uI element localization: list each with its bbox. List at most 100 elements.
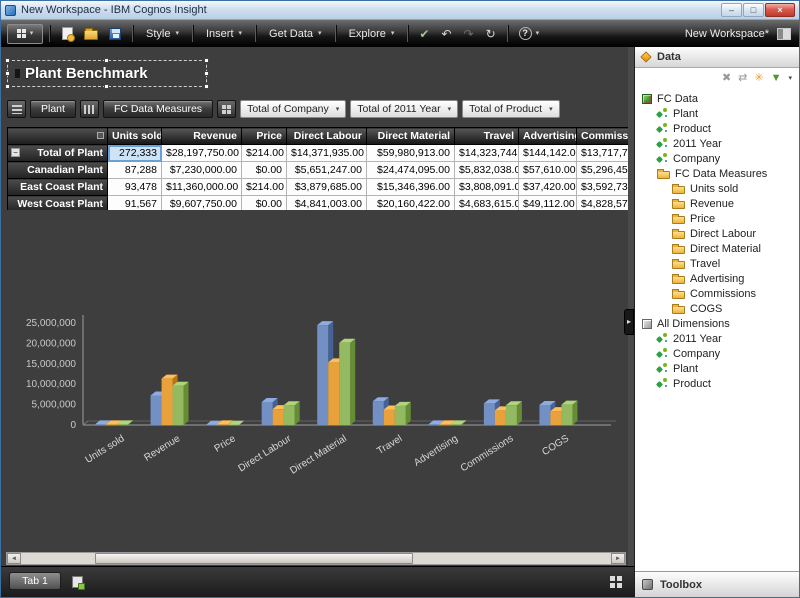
undo-button[interactable]: ↶ — [436, 27, 456, 41]
context-filter-company[interactable]: Total of Company ▾ — [240, 100, 346, 118]
rows-dimension-button[interactable]: Plant — [30, 100, 76, 118]
toggle-panel-icon[interactable] — [777, 28, 791, 40]
open-button[interactable] — [80, 24, 102, 44]
redo-button[interactable]: ↷ — [459, 27, 479, 41]
crosstab-cell[interactable]: 272,333 — [108, 145, 162, 162]
tree-item-product[interactable]: Product — [635, 376, 799, 391]
tree-item-units-sold[interactable]: Units sold — [635, 181, 799, 196]
tab-overview-icon[interactable] — [610, 576, 622, 588]
tree-item-travel[interactable]: Travel — [635, 256, 799, 271]
crosstab-cell[interactable]: $0.00 — [242, 196, 287, 211]
crosstab-corner[interactable] — [8, 128, 108, 145]
title-widget[interactable]: Plant Benchmark — [7, 60, 207, 87]
crosstab-cell[interactable]: $24,474,095.00 — [367, 162, 455, 179]
title-bar[interactable]: New Workspace - IBM Cognos Insight – □ × — [1, 1, 799, 20]
crosstab-cell[interactable]: 93,478 — [108, 179, 162, 196]
crosstab-cell[interactable]: 91,567 — [108, 196, 162, 211]
tree-item-product[interactable]: Product — [635, 121, 799, 136]
tree-item-fc-data[interactable]: FC Data — [635, 91, 799, 106]
crosstab-widget[interactable]: Units soldRevenuePriceDirect LabourDirec… — [7, 127, 628, 210]
import-icon[interactable]: ▼ — [771, 73, 782, 84]
crosstab-cell[interactable]: $144,142.00 — [519, 145, 577, 162]
crosstab-column-header[interactable]: Direct Labour — [287, 128, 367, 145]
crosstab-cell[interactable]: $4,683,615.00 — [455, 196, 519, 211]
crosstab-column-header[interactable]: Units sold — [108, 128, 162, 145]
save-button[interactable] — [104, 24, 126, 44]
context-filter-product[interactable]: Total of Product ▾ — [462, 100, 559, 118]
crosstab-cell[interactable]: $214.00 — [242, 145, 287, 162]
remove-icon[interactable]: ✖ — [722, 73, 731, 84]
tree-item-direct-material[interactable]: Direct Material — [635, 241, 799, 256]
crosstab-cell[interactable]: $28,197,750.00 — [162, 145, 242, 162]
add-tab-button[interactable] — [67, 574, 87, 589]
crosstab-cell[interactable]: $3,879,685.00 — [287, 179, 367, 196]
close-button[interactable]: × — [765, 3, 795, 17]
rows-zone-button[interactable] — [7, 100, 26, 118]
crosstab-cell[interactable]: $5,832,038.00 — [455, 162, 519, 179]
tree-item-price[interactable]: Price — [635, 211, 799, 226]
tree-item-2011-year[interactable]: 2011 Year — [635, 331, 799, 346]
columns-dimension-button[interactable]: FC Data Measures — [103, 100, 213, 118]
crosstab-cell[interactable]: $13,717,763.00 — [577, 145, 629, 162]
crosstab-cell[interactable]: $11,360,000.00 — [162, 179, 242, 196]
swap-icon[interactable]: ⇄ — [738, 73, 747, 84]
data-panel-header[interactable]: Data — [635, 47, 799, 68]
crosstab-cell[interactable]: $3,808,091.00 — [455, 179, 519, 196]
crosstab-cell[interactable]: $49,112.00 — [519, 196, 577, 211]
menu-insert[interactable]: Insert ▾ — [199, 25, 249, 43]
collapse-icon[interactable]: − — [11, 148, 20, 157]
crosstab-row-header[interactable]: −Total of Plant — [8, 145, 108, 162]
menu-style[interactable]: Style ▾ — [139, 25, 186, 43]
crosstab-cell[interactable]: $57,610.00 — [519, 162, 577, 179]
selection-handle[interactable] — [204, 58, 209, 63]
context-zone-button[interactable] — [217, 100, 236, 118]
crosstab-cell[interactable]: $59,980,913.00 — [367, 145, 455, 162]
scroll-left-button[interactable]: ◄ — [7, 553, 21, 564]
crosstab-cell[interactable]: $9,607,750.00 — [162, 196, 242, 211]
crosstab-row-header[interactable]: East Coast Plant — [8, 179, 108, 196]
tree-item-fc-data-measures[interactable]: FC Data Measures — [635, 166, 799, 181]
widget-actions-menu-button[interactable]: ▾ — [7, 24, 43, 44]
collapse-panel-button[interactable]: ▸ — [624, 309, 634, 335]
crosstab-cell[interactable]: $5,651,247.00 — [287, 162, 367, 179]
columns-zone-button[interactable] — [80, 100, 99, 118]
crosstab-column-header[interactable]: Price — [242, 128, 287, 145]
selection-handle[interactable] — [104, 84, 109, 89]
tree-item-company[interactable]: Company — [635, 151, 799, 166]
commit-button[interactable]: ✔ — [414, 27, 434, 41]
new-workspace-button[interactable] — [56, 24, 78, 44]
crosstab-column-header[interactable]: Direct Material — [367, 128, 455, 145]
selection-handle[interactable] — [5, 58, 10, 63]
tree-item-all-dimensions[interactable]: All Dimensions — [635, 316, 799, 331]
selection-handle[interactable] — [204, 84, 209, 89]
minimize-button[interactable]: – — [721, 3, 742, 17]
workspace-canvas[interactable]: Plant Benchmark Plant FC Data Measures T… — [1, 47, 634, 597]
selection-handle[interactable] — [5, 84, 10, 89]
crosstab-cell[interactable]: $214.00 — [242, 179, 287, 196]
crosstab-cell[interactable]: $4,841,003.00 — [287, 196, 367, 211]
maximize-button[interactable]: □ — [743, 3, 764, 17]
crosstab-column-header[interactable]: Advertising — [519, 128, 577, 145]
widget-title[interactable]: Plant Benchmark — [25, 65, 148, 82]
crosstab-cell[interactable]: $7,230,000.00 — [162, 162, 242, 179]
menu-explore[interactable]: Explore ▾ — [342, 25, 402, 43]
tree-item-2011-year[interactable]: 2011 Year — [635, 136, 799, 151]
crosstab-cell[interactable]: $3,592,736.00 — [577, 179, 629, 196]
widget-grip-icon[interactable] — [15, 69, 20, 78]
scroll-right-button[interactable]: ► — [611, 553, 625, 564]
scrollbar-thumb[interactable] — [95, 553, 413, 564]
crosstab-column-header[interactable]: Commissions — [577, 128, 629, 145]
tree-item-direct-labour[interactable]: Direct Labour — [635, 226, 799, 241]
crosstab-row-header[interactable]: West Coast Plant — [8, 196, 108, 211]
horizontal-scrollbar[interactable]: ◄ ► — [6, 552, 626, 565]
crosstab-cell[interactable]: $37,420.00 — [519, 179, 577, 196]
toolbox-panel-header[interactable]: Toolbox — [635, 571, 799, 597]
crosstab-cell[interactable]: 87,288 — [108, 162, 162, 179]
tree-item-cogs[interactable]: COGS — [635, 301, 799, 316]
crosstab-cell[interactable]: $14,323,744.00 — [455, 145, 519, 162]
crosstab-cell[interactable]: $4,828,576.00 — [577, 196, 629, 211]
bar-chart[interactable]: 25,000,00020,000,00015,000,00010,000,000… — [5, 297, 629, 482]
tree-item-plant[interactable]: Plant — [635, 106, 799, 121]
crosstab-cell[interactable]: $5,296,451.00 — [577, 162, 629, 179]
chevron-down-icon[interactable]: ▾ — [788, 75, 792, 82]
